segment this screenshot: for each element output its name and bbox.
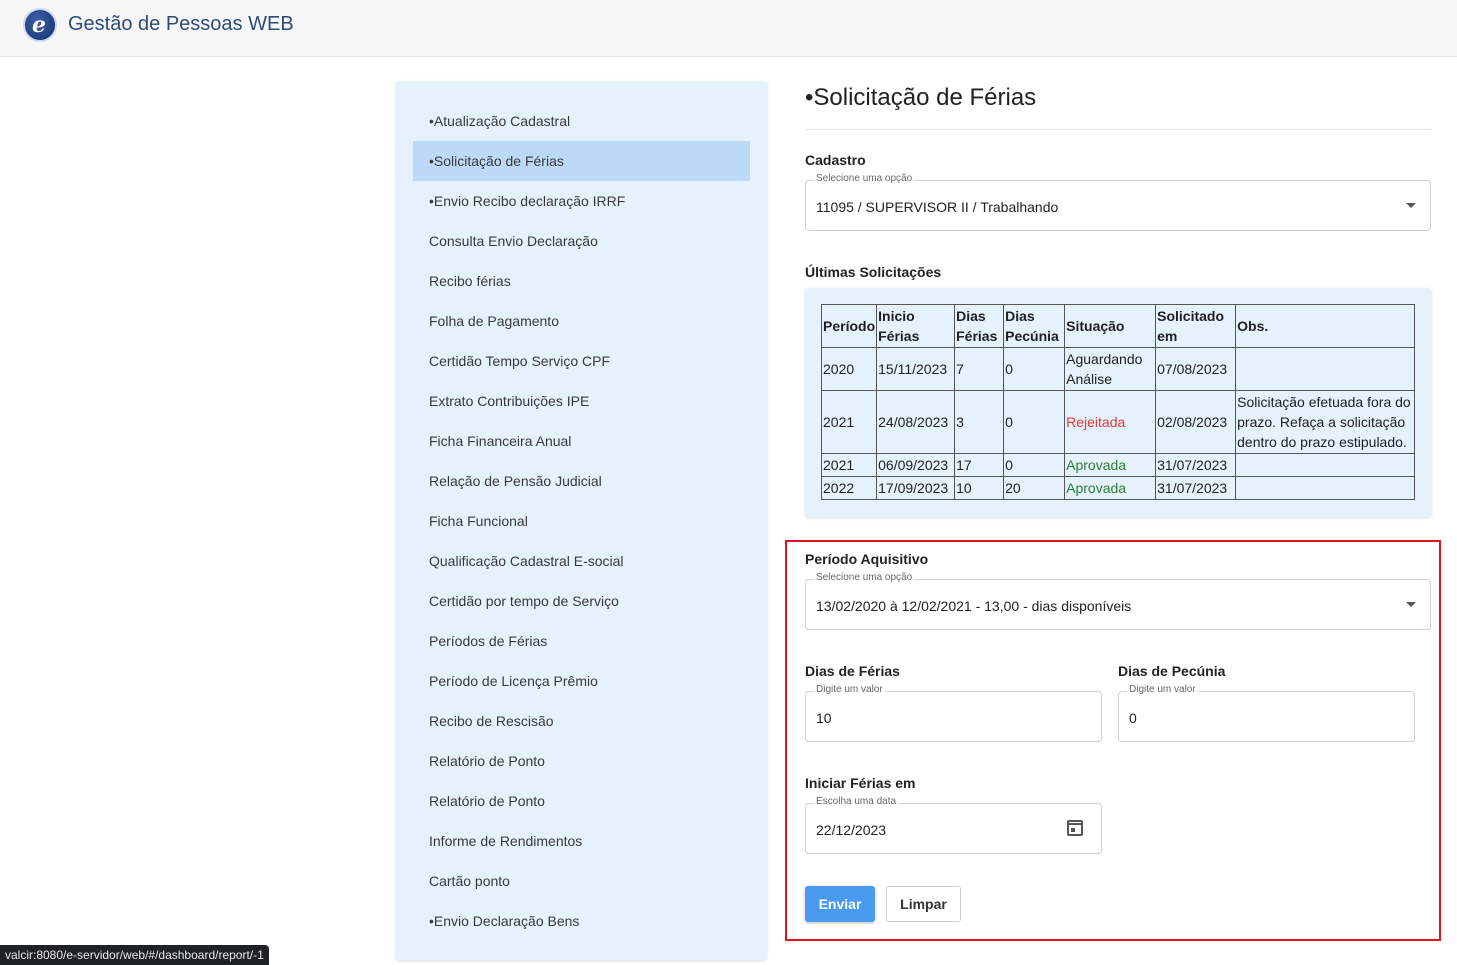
cell-periodo: 2020 xyxy=(820,347,878,391)
chevron-down-icon[interactable] xyxy=(1406,203,1416,208)
header-dias-pecunia: Dias Pecúnia xyxy=(1003,304,1066,348)
iniciar-value[interactable]: 22/12/2023 xyxy=(816,822,886,838)
iniciar-hint: Escolha uma data xyxy=(814,796,899,807)
cell-dias-pecunia: 0 xyxy=(1003,347,1066,391)
sidebar-item[interactable]: •Solicitação de Férias xyxy=(413,141,750,181)
periodo-select[interactable]: Selecione uma opção 13/02/2020 à 12/02/2… xyxy=(805,572,1431,630)
sidebar-item[interactable]: Extrato Contribuições IPE xyxy=(413,381,750,421)
status-bar-url: valcir:8080/e-servidor/web/#/dashboard/r… xyxy=(0,945,269,965)
cell-situacao: Aprovada xyxy=(1064,476,1157,500)
cell-dias-ferias: 17 xyxy=(954,453,1005,477)
sidebar-item[interactable]: Folha de Pagamento xyxy=(413,301,750,341)
sidebar: •Atualização Cadastral •Solicitação de Fé… xyxy=(396,81,767,960)
iniciar-label: Iniciar Férias em xyxy=(805,775,916,791)
sidebar-item[interactable]: Qualificação Cadastral E-social xyxy=(413,541,750,581)
cell-inicio: 06/09/2023 xyxy=(876,453,956,477)
sidebar-item[interactable]: Certidão por tempo de Serviço xyxy=(413,581,750,621)
table-row: 2020 15/11/2023 7 0 Aguardando Análise 07/08/… xyxy=(820,347,1415,391)
cadastro-select[interactable]: Selecione uma opção 11095 / SUPERVISOR I… xyxy=(805,173,1431,231)
table-header-row: Período Inicio Férias Dias Férias Dias P… xyxy=(820,304,1415,348)
cadastro-hint: Selecione uma opção xyxy=(814,173,915,184)
app-title: Gestão de Pessoas WEB xyxy=(68,13,294,35)
sidebar-item[interactable]: Consulta Envio Declaração xyxy=(413,221,750,261)
header-periodo: Período xyxy=(820,304,878,348)
page-title: •Solicitação de Férias xyxy=(805,84,1037,111)
title-divider xyxy=(805,129,1431,130)
header-solicitado: Solicitado em xyxy=(1155,304,1237,348)
enviar-button[interactable]: Enviar xyxy=(805,886,875,922)
dias-pecunia-input[interactable]: Digite um valor 0 xyxy=(1118,684,1415,742)
sidebar-item[interactable]: •Envio Declaração Bens xyxy=(413,901,750,941)
table-row: 2021 06/09/2023 17 0 Aprovada 31/07/2023 xyxy=(820,453,1415,477)
cell-obs xyxy=(1235,347,1415,391)
dias-ferias-hint: Digite um valor xyxy=(814,684,885,695)
sidebar-item[interactable]: Período de Licença Prêmio xyxy=(413,661,750,701)
cell-dias-ferias: 7 xyxy=(954,347,1005,391)
chevron-down-icon[interactable] xyxy=(1406,602,1416,607)
cell-situacao: Aprovada xyxy=(1064,453,1157,477)
dias-ferias-label: Dias de Férias xyxy=(805,663,900,679)
cell-inicio: 24/08/2023 xyxy=(876,390,956,454)
cell-obs: Solicitação efetuada fora do prazo. Refa… xyxy=(1235,390,1415,454)
table-row: 2021 24/08/2023 3 0 Rejeitada 02/08/2023 Solic… xyxy=(820,390,1415,454)
cell-periodo: 2022 xyxy=(820,476,878,500)
cell-obs xyxy=(1235,476,1415,500)
periodo-label: Período Aquisitivo xyxy=(805,551,929,567)
top-bar: e Gestão de Pessoas WEB xyxy=(0,0,1457,57)
periodo-value: 13/02/2020 à 12/02/2021 - 13,00 - dias d… xyxy=(816,598,1132,614)
cadastro-label: Cadastro xyxy=(805,152,866,168)
sidebar-item[interactable]: Ficha Funcional xyxy=(413,501,750,541)
cell-situacao: Aguardando Análise xyxy=(1064,347,1157,391)
dias-ferias-input[interactable]: Digite um valor 10 xyxy=(805,684,1102,742)
cadastro-value: 11095 / SUPERVISOR II / Trabalhando xyxy=(816,199,1059,215)
table-row: 2022 17/09/2023 10 20 Aprovada 31/07/2023 xyxy=(820,476,1415,500)
sidebar-item[interactable]: Relação de Pensão Judicial xyxy=(413,461,750,501)
app-logo-icon[interactable]: e xyxy=(23,8,57,42)
cell-solicitado: 07/08/2023 xyxy=(1155,347,1237,391)
sidebar-item[interactable]: •Atualização Cadastral xyxy=(413,101,750,141)
cell-solicitado: 02/08/2023 xyxy=(1155,390,1237,454)
cell-dias-ferias: 10 xyxy=(954,476,1005,500)
header-situacao: Situação xyxy=(1064,304,1157,348)
sidebar-item[interactable]: Relatório de Ponto xyxy=(413,741,750,781)
cell-dias-pecunia: 0 xyxy=(1003,453,1066,477)
ultimas-label: Últimas Solicitações xyxy=(805,264,942,280)
sidebar-item[interactable]: Ficha Financeira Anual xyxy=(413,421,750,461)
cell-dias-pecunia: 0 xyxy=(1003,390,1066,454)
dias-pecunia-value[interactable]: 0 xyxy=(1129,710,1137,726)
sidebar-item[interactable]: Recibo férias xyxy=(413,261,750,301)
cell-solicitado: 31/07/2023 xyxy=(1155,476,1237,500)
dias-pecunia-hint: Digite um valor xyxy=(1127,684,1198,695)
sidebar-item[interactable]: Cartão ponto xyxy=(413,861,750,901)
cell-situacao: Rejeitada xyxy=(1064,390,1157,454)
dias-ferias-value[interactable]: 10 xyxy=(816,710,832,726)
sidebar-item[interactable]: Informe de Rendimentos xyxy=(413,821,750,861)
header-dias-ferias: Dias Férias xyxy=(954,304,1005,348)
dias-pecunia-label: Dias de Pecúnia xyxy=(1118,663,1226,679)
header-inicio: Inicio Férias xyxy=(876,304,956,348)
cell-inicio: 15/11/2023 xyxy=(876,347,956,391)
cell-dias-pecunia: 20 xyxy=(1003,476,1066,500)
logo-letter: e xyxy=(32,12,46,38)
cell-solicitado: 31/07/2023 xyxy=(1155,453,1237,477)
sidebar-item[interactable]: Relatório de Ponto xyxy=(413,781,750,821)
cell-inicio: 17/09/2023 xyxy=(876,476,956,500)
cell-dias-ferias: 3 xyxy=(954,390,1005,454)
sidebar-item[interactable]: Recibo de Rescisão xyxy=(413,701,750,741)
limpar-button[interactable]: Limpar xyxy=(886,886,961,922)
iniciar-date-field[interactable]: Escolha uma data 22/12/2023 xyxy=(805,796,1102,854)
sidebar-item[interactable]: Períodos de Férias xyxy=(413,621,750,661)
cell-periodo: 2021 xyxy=(820,453,878,477)
periodo-hint: Selecione uma opção xyxy=(814,572,915,583)
header-obs: Obs. xyxy=(1235,304,1415,348)
calendar-icon[interactable] xyxy=(1067,820,1083,836)
sidebar-item[interactable]: Certidão Tempo Serviço CPF xyxy=(413,341,750,381)
cell-obs xyxy=(1235,453,1415,477)
cell-periodo: 2021 xyxy=(820,390,878,454)
requests-table: Período Inicio Férias Dias Férias Dias P… xyxy=(820,304,1415,500)
sidebar-item[interactable]: •Envio Recibo declaração IRRF xyxy=(413,181,750,221)
